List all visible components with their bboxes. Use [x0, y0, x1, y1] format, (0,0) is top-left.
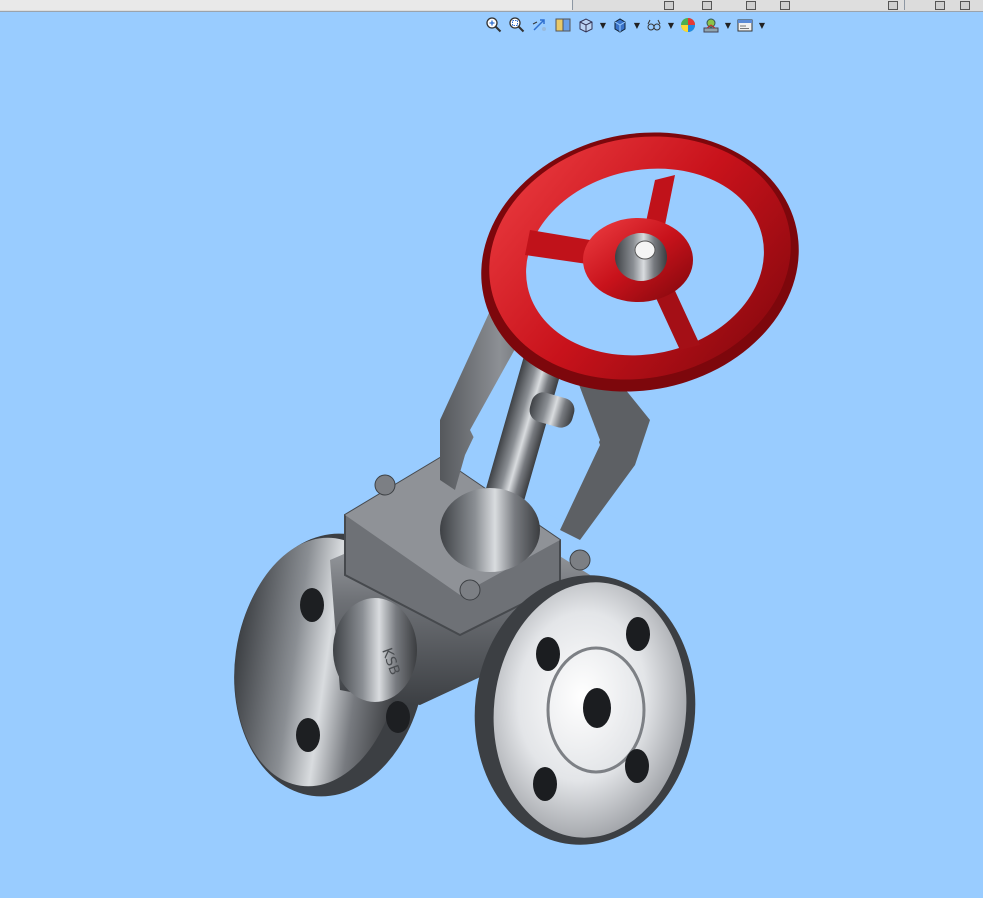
toolbar-icon[interactable] [960, 1, 970, 10]
title-bar-fragment [0, 0, 573, 10]
edit-appearance-icon[interactable] [678, 15, 698, 35]
globe-valve-model[interactable]: KSB [0, 40, 983, 898]
toolbar-icon[interactable] [888, 1, 898, 10]
hide-show-dropdown-icon[interactable]: ▼ [667, 15, 675, 35]
toolbar-icon[interactable] [664, 1, 674, 10]
display-style-dropdown-icon[interactable]: ▼ [633, 15, 641, 35]
view-settings-dropdown-icon[interactable]: ▼ [758, 15, 766, 35]
apply-scene-icon[interactable] [701, 15, 721, 35]
display-style-icon[interactable] [610, 15, 630, 35]
previous-view-icon[interactable] [530, 15, 550, 35]
apply-scene-dropdown-icon[interactable]: ▼ [724, 15, 732, 35]
toolbar-icon[interactable] [780, 1, 790, 10]
view-orientation-icon[interactable] [576, 15, 596, 35]
heads-up-view-toolbar: ▼ ▼ ▼ ▼ ▼ [484, 13, 766, 37]
view-orientation-dropdown-icon[interactable]: ▼ [599, 15, 607, 35]
zoom-to-fit-icon[interactable] [484, 15, 504, 35]
toolbar-fragment [574, 0, 905, 10]
section-view-icon[interactable] [553, 15, 573, 35]
window-top-strip [0, 0, 983, 12]
toolbar-icon[interactable] [702, 1, 712, 10]
zoom-to-area-icon[interactable] [507, 15, 527, 35]
toolbar-icon[interactable] [746, 1, 756, 10]
hide-show-items-icon[interactable] [644, 15, 664, 35]
graphics-area[interactable]: KSB [0, 40, 983, 898]
view-settings-icon[interactable] [735, 15, 755, 35]
toolbar-icon[interactable] [935, 1, 945, 10]
